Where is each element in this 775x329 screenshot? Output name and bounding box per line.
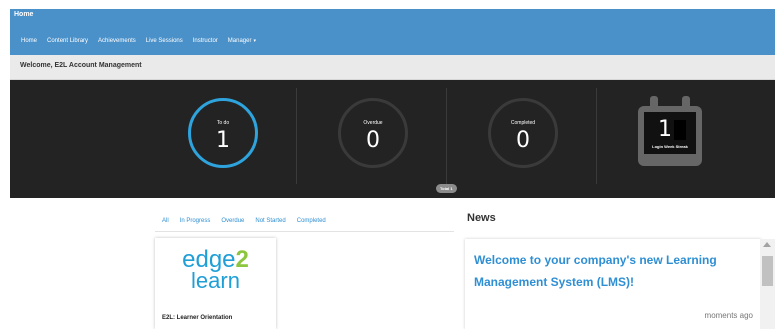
calendar-ring xyxy=(682,96,690,112)
news-heading: News xyxy=(467,212,496,224)
nav-instructor[interactable]: Instructor xyxy=(193,38,218,44)
streak-count: 1 xyxy=(658,117,672,142)
streak-label: Login Week Streak xyxy=(652,144,688,149)
course-filter-tabs: All In Progress Overdue Not Started Comp… xyxy=(155,218,454,232)
tab-overdue[interactable]: Overdue xyxy=(221,218,244,231)
learning-dashboard: To do 1 Overdue 0 Completed 0 1 Login We… xyxy=(10,80,775,198)
overdue-count: 0 xyxy=(366,128,380,153)
news-title-link[interactable]: Welcome to your company's new Learning M… xyxy=(474,249,744,293)
nav-live-sessions[interactable]: Live Sessions xyxy=(146,38,183,44)
chevron-down-icon: ▾ xyxy=(253,38,256,44)
news-timestamp: moments ago xyxy=(704,311,753,320)
completed-label: Completed xyxy=(510,120,536,126)
nav-home[interactable]: Home xyxy=(21,38,37,44)
overdue-tile[interactable]: Overdue 0 xyxy=(298,88,448,190)
course-card[interactable]: edge2 learn E2L: Learner Orientation xyxy=(155,238,276,329)
news-scrollbar[interactable] xyxy=(760,239,775,329)
scroll-up-icon[interactable] xyxy=(763,242,771,247)
nav-achievements[interactable]: Achievements xyxy=(98,38,136,44)
streak-display: 1 Login Week Streak xyxy=(644,112,696,154)
news-item[interactable]: Welcome to your company's new Learning M… xyxy=(465,239,761,329)
divider xyxy=(296,88,297,184)
edge2learn-logo: edge2 learn xyxy=(155,248,276,292)
redaction-block xyxy=(674,120,686,140)
todo-tile[interactable]: To do 1 xyxy=(148,88,298,190)
todo-label: To do xyxy=(216,120,230,126)
main-nav: Home Content Library Achievements Live S… xyxy=(10,34,256,48)
scroll-thumb[interactable] xyxy=(762,256,773,286)
nav-manager-label: Manager xyxy=(227,38,252,44)
tab-in-progress[interactable]: In Progress xyxy=(180,218,211,231)
nav-content-library[interactable]: Content Library xyxy=(47,38,88,44)
calendar-icon: 1 Login Week Streak xyxy=(638,94,702,166)
todo-count: 1 xyxy=(216,128,230,153)
tab-not-started[interactable]: Not Started xyxy=(255,218,285,231)
nav-manager-dropdown[interactable]: Manager ▾ xyxy=(228,38,256,44)
top-navigation-bar: Home Home Content Library Achievements L… xyxy=(10,9,775,55)
completed-tile[interactable]: Completed 0 xyxy=(448,88,598,190)
course-title: E2L: Learner Orientation xyxy=(162,315,233,321)
divider xyxy=(446,88,447,184)
tab-completed[interactable]: Completed xyxy=(297,218,326,231)
calendar-ring xyxy=(650,96,658,112)
brand-title: Home xyxy=(14,11,34,18)
welcome-bar: Welcome, E2L Account Management xyxy=(10,55,775,80)
logo-learn: learn xyxy=(191,268,240,293)
streak-tile: 1 Login Week Streak xyxy=(588,88,738,190)
total-badge: Total 1 xyxy=(436,184,457,193)
completed-count: 0 xyxy=(516,128,530,153)
overdue-label: Overdue xyxy=(363,120,383,126)
welcome-text: Welcome, E2L Account Management xyxy=(20,62,142,69)
tab-all[interactable]: All xyxy=(162,218,169,231)
